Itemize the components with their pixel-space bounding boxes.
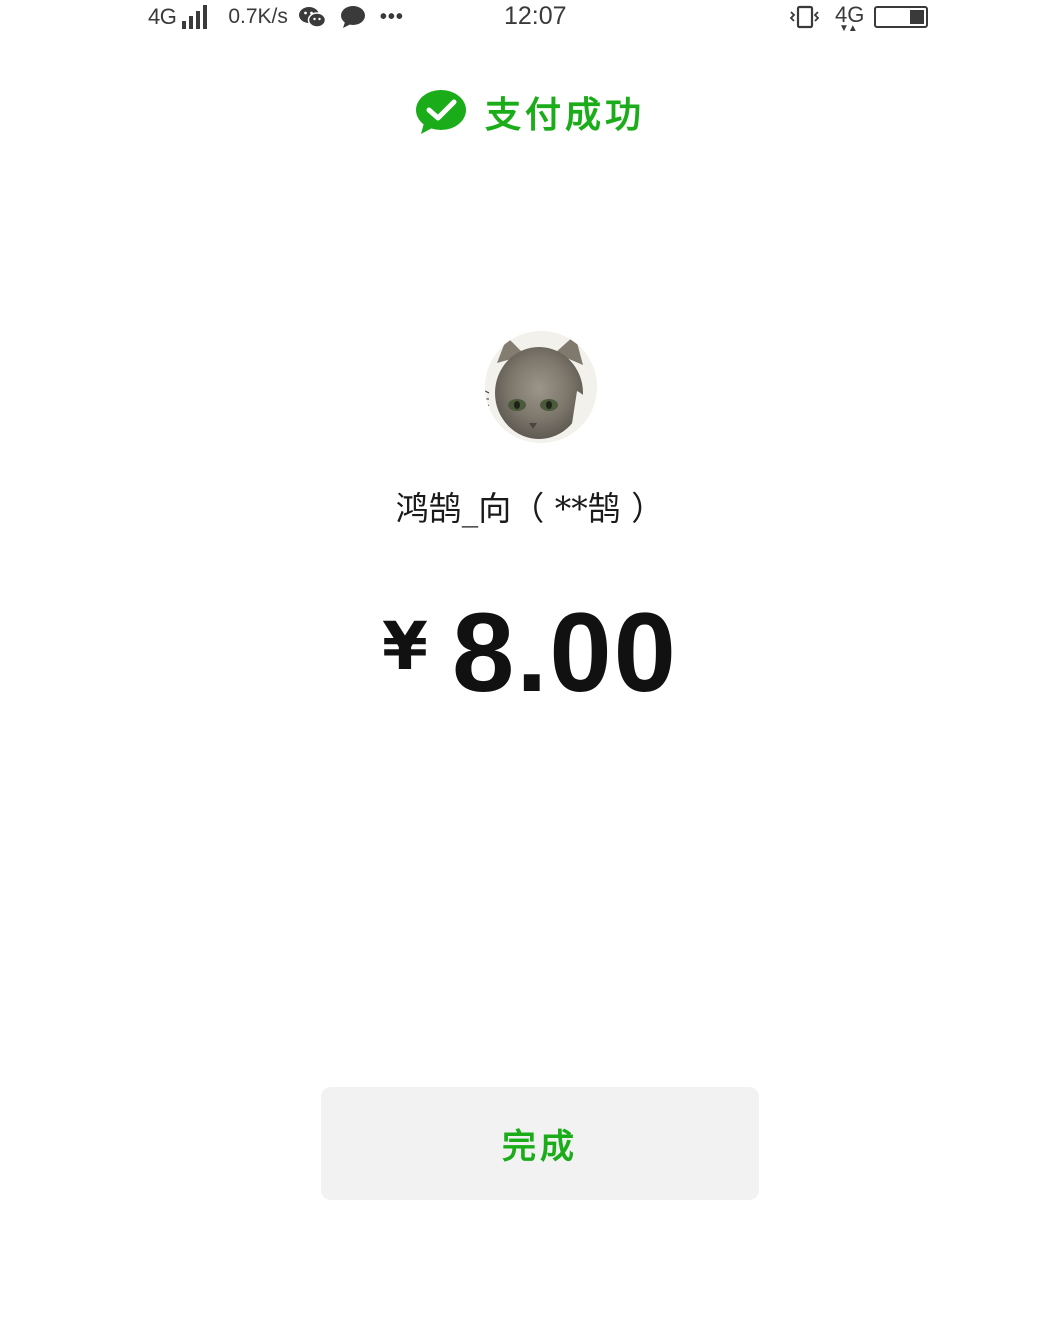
- chat-bubble-icon: [340, 6, 365, 28]
- wechat-icon: [298, 7, 326, 28]
- page-title: 支付成功: [484, 94, 645, 136]
- check-bubble-icon: [415, 90, 466, 134]
- status-bar: 4G 0.7K/s ••• 12:07 4G ▼▲: [0, 0, 1060, 34]
- battery-icon: [874, 6, 929, 28]
- vibrate-icon: [789, 5, 820, 29]
- battery-fill: [910, 10, 925, 24]
- net-speed: 0.7K/s: [228, 5, 288, 28]
- network-type-right: 4G ▼▲: [835, 4, 864, 34]
- payment-success-header: 支付成功: [0, 86, 1060, 138]
- status-right: 4G ▼▲: [789, 2, 929, 34]
- data-arrows-icon: ▼▲: [839, 23, 858, 34]
- signal-icon: [182, 5, 210, 29]
- cat-avatar-image: [485, 331, 597, 443]
- done-button[interactable]: 完成: [321, 1087, 759, 1200]
- amount-value: 8.00: [451, 590, 678, 715]
- payment-amount: ¥ 8.00: [0, 588, 1060, 717]
- avatar: [485, 331, 597, 443]
- more-icon: •••: [379, 6, 404, 28]
- status-left: 4G 0.7K/s •••: [148, 4, 404, 30]
- currency-symbol: ¥: [382, 608, 428, 685]
- network-type: 4G: [148, 4, 177, 29]
- done-button-label: 完成: [502, 1127, 578, 1167]
- status-time: 12:07: [504, 2, 567, 30]
- payee-name: 鸿鹄_向（ **鹄 ）: [395, 489, 665, 528]
